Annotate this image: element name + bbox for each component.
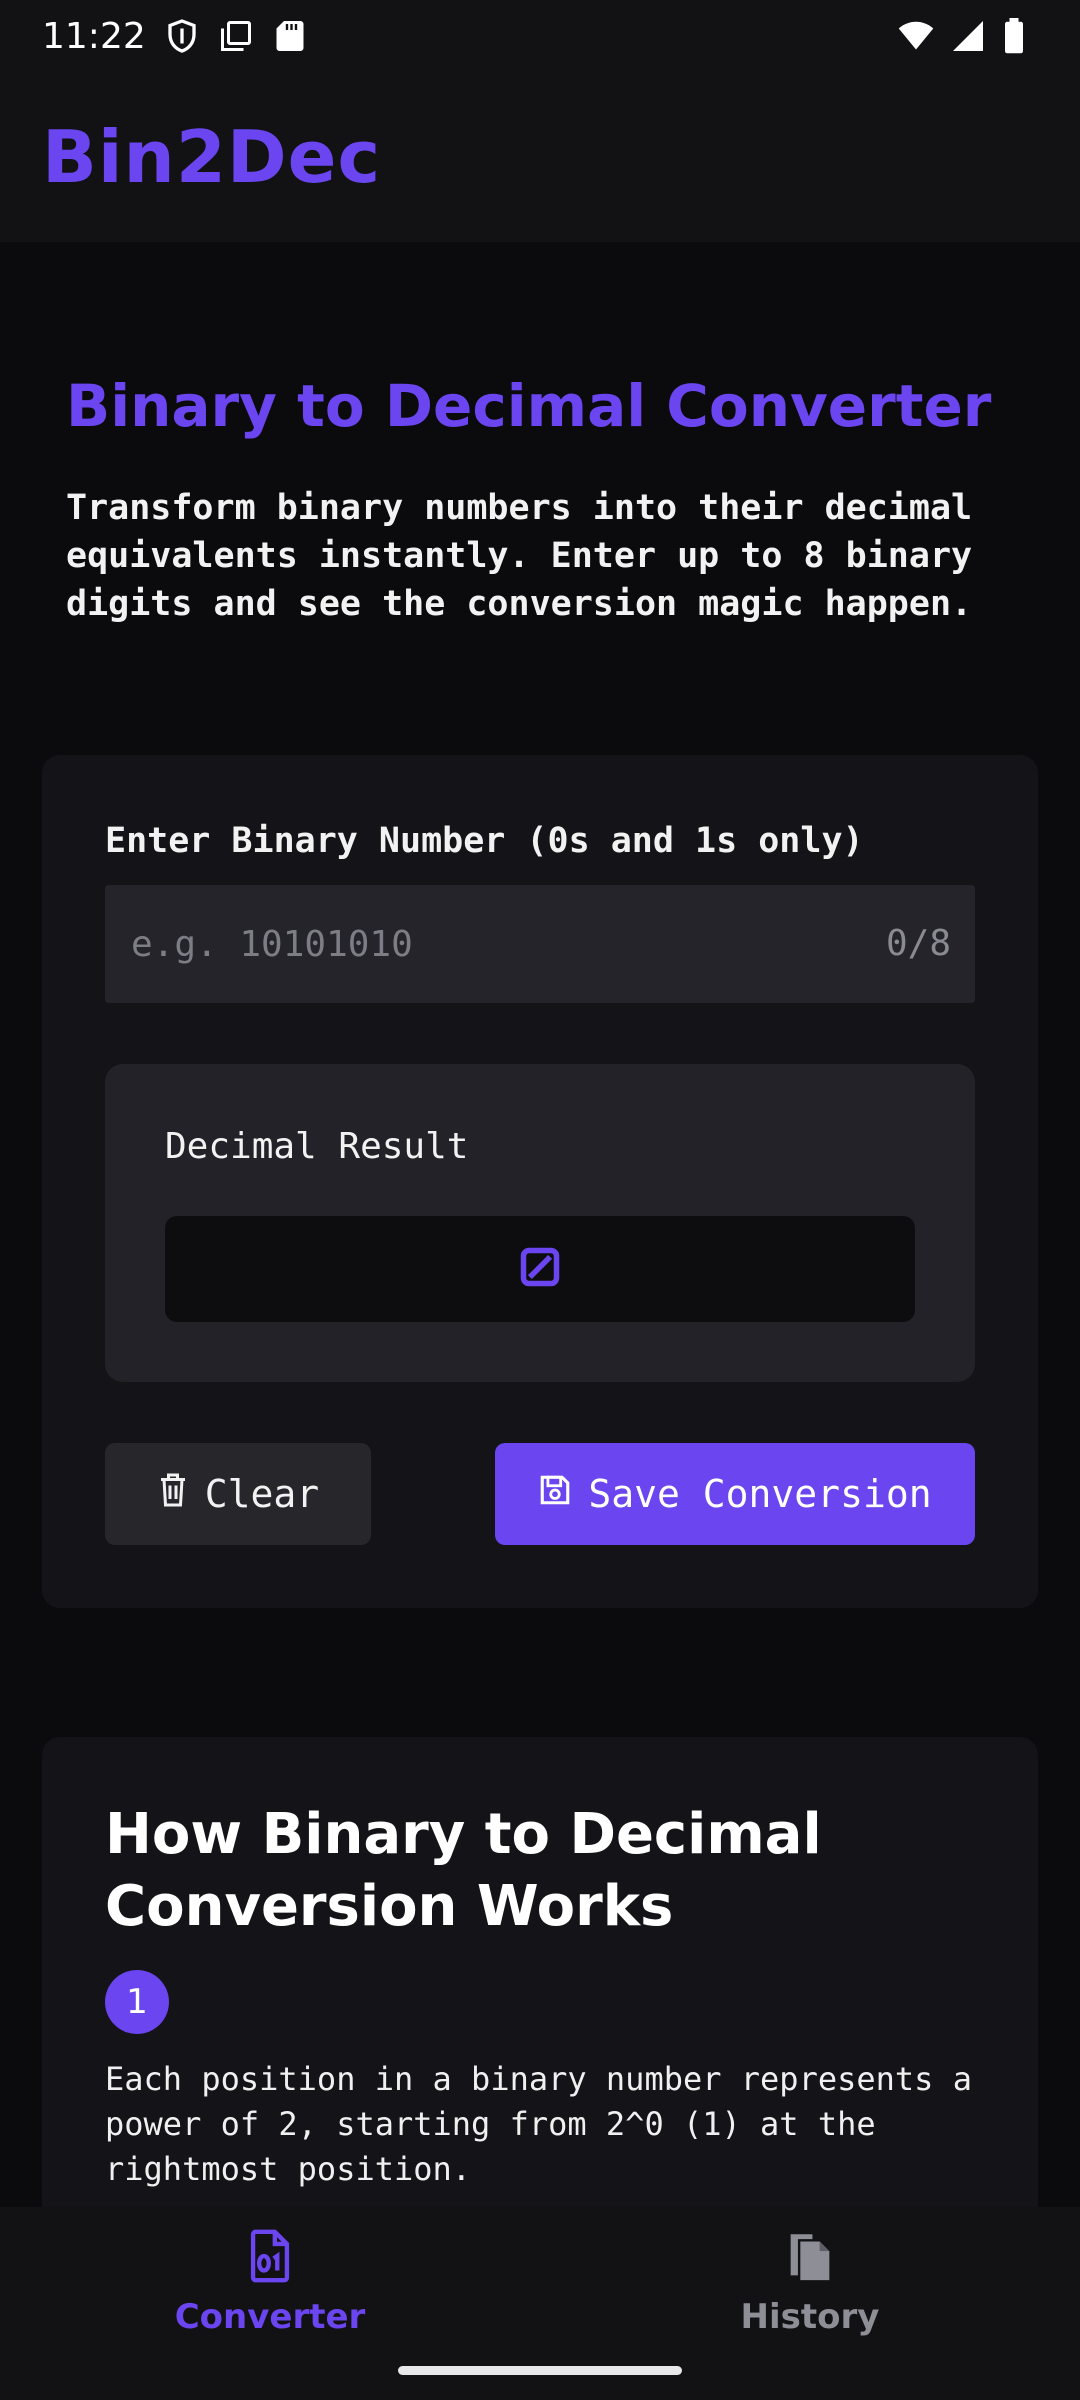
page-title: Binary to Decimal Converter (66, 372, 992, 440)
binary-input-field[interactable]: 0/8 (105, 885, 975, 1003)
status-right (898, 18, 1038, 54)
result-label: Decimal Result (165, 1126, 469, 1167)
save-icon (538, 1472, 572, 1516)
save-conversion-button[interactable]: Save Conversion (495, 1443, 975, 1545)
status-bar: 11:22 (0, 0, 1080, 72)
sd-card-icon (272, 18, 308, 54)
wifi-icon (898, 18, 934, 54)
trash-icon (157, 1472, 189, 1517)
char-counter: 0/8 (885, 923, 951, 964)
result-display (165, 1216, 915, 1322)
signal-icon (950, 18, 986, 54)
step-text: Each position in a binary number represe… (105, 2060, 972, 2188)
binary-file-icon (241, 2227, 299, 2289)
empty-result-icon (518, 1245, 562, 1293)
page-description: Transform binary numbers into their deci… (66, 488, 973, 624)
app-bar: Bin2Dec (0, 72, 1080, 242)
nav-label-converter: Converter (174, 2297, 366, 2337)
result-box: Decimal Result (105, 1064, 975, 1382)
save-conversion-label: Save Conversion (588, 1472, 932, 1516)
step-number-badge: 1 (105, 1970, 169, 2034)
main-content[interactable]: Binary to Decimal Converter Transform bi… (0, 242, 1080, 2207)
info-card: How Binary to Decimal Conversion Works 1… (42, 1737, 1038, 2207)
binary-input[interactable] (105, 885, 975, 1003)
binary-input-label: Enter Binary Number (0s and 1s only) (105, 821, 864, 861)
screenshot-icon (218, 18, 254, 54)
clear-button[interactable]: Clear (105, 1443, 371, 1545)
shield-icon (164, 18, 200, 54)
status-time: 11:22 (42, 15, 146, 57)
info-title: How Binary to Decimal Conversion Works (105, 1802, 822, 1939)
battery-icon (1002, 18, 1038, 54)
clear-button-label: Clear (204, 1472, 320, 1516)
history-files-icon (781, 2227, 839, 2289)
status-left: 11:22 (42, 16, 308, 57)
nav-item-converter[interactable]: Converter (0, 2207, 540, 2357)
nav-item-history[interactable]: History (540, 2207, 1080, 2357)
nav-label-history: History (740, 2297, 880, 2337)
home-indicator[interactable] (398, 2366, 682, 2375)
app-title: Bin2Dec (42, 115, 382, 199)
converter-card: Enter Binary Number (0s and 1s only) 0/8… (42, 755, 1038, 1608)
